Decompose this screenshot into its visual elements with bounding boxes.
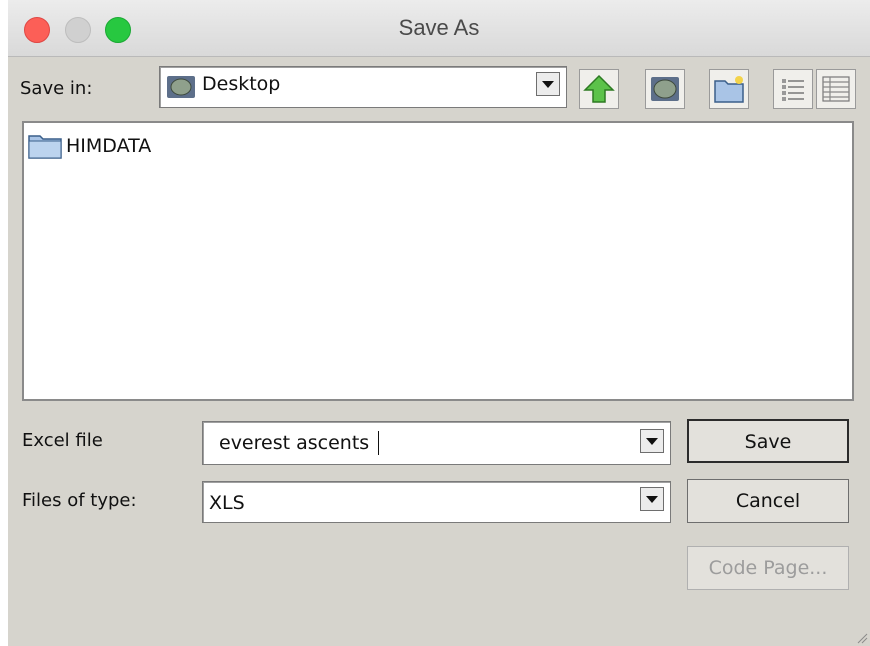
- new-folder-button[interactable]: [709, 69, 749, 109]
- save-button[interactable]: Save: [687, 419, 849, 463]
- filetype-dropdown[interactable]: XLS: [202, 481, 671, 523]
- window-title: Save As: [398, 15, 480, 40]
- code-page-button[interactable]: Code Page...: [687, 546, 849, 590]
- filename-dropdown-arrow[interactable]: [640, 429, 664, 453]
- file-list[interactable]: HIMDATA: [22, 121, 854, 401]
- up-one-level-button[interactable]: [579, 69, 619, 109]
- folder-icon: [28, 135, 62, 159]
- filetype-value: XLS: [209, 492, 245, 514]
- list-view-icon: [782, 79, 804, 101]
- cancel-button[interactable]: Cancel: [687, 479, 849, 523]
- chevron-down-icon: [646, 438, 658, 445]
- chevron-down-icon: [542, 81, 554, 88]
- filetype-dropdown-arrow[interactable]: [640, 487, 664, 511]
- file-name: HIMDATA: [66, 135, 152, 157]
- filename-input[interactable]: everest ascents: [202, 421, 671, 465]
- save-in-label: Save in:: [20, 78, 93, 99]
- desktop-icon: [651, 77, 679, 101]
- desktop-icon: [167, 76, 195, 98]
- details-view-button[interactable]: [816, 69, 856, 109]
- save-in-value: Desktop: [202, 73, 281, 95]
- resize-grip-icon[interactable]: [856, 632, 868, 644]
- filetype-label: Files of type:: [22, 490, 137, 511]
- save-in-dropdown-arrow[interactable]: [536, 72, 560, 96]
- list-view-button[interactable]: [773, 69, 813, 109]
- details-view-icon: [822, 76, 850, 102]
- up-arrow-icon: [583, 74, 615, 103]
- save-in-dropdown[interactable]: Desktop: [159, 66, 567, 108]
- text-caret: [378, 431, 379, 455]
- title-bar[interactable]: Save As: [8, 0, 870, 57]
- new-folder-icon: [714, 76, 744, 103]
- chevron-down-icon: [646, 496, 658, 503]
- filename-value: everest ascents: [219, 432, 370, 454]
- save-as-dialog: Save As Save in: Desktop HIMDATA Excel f…: [8, 0, 870, 646]
- desktop-button[interactable]: [645, 69, 685, 109]
- filename-label: Excel file: [22, 430, 103, 451]
